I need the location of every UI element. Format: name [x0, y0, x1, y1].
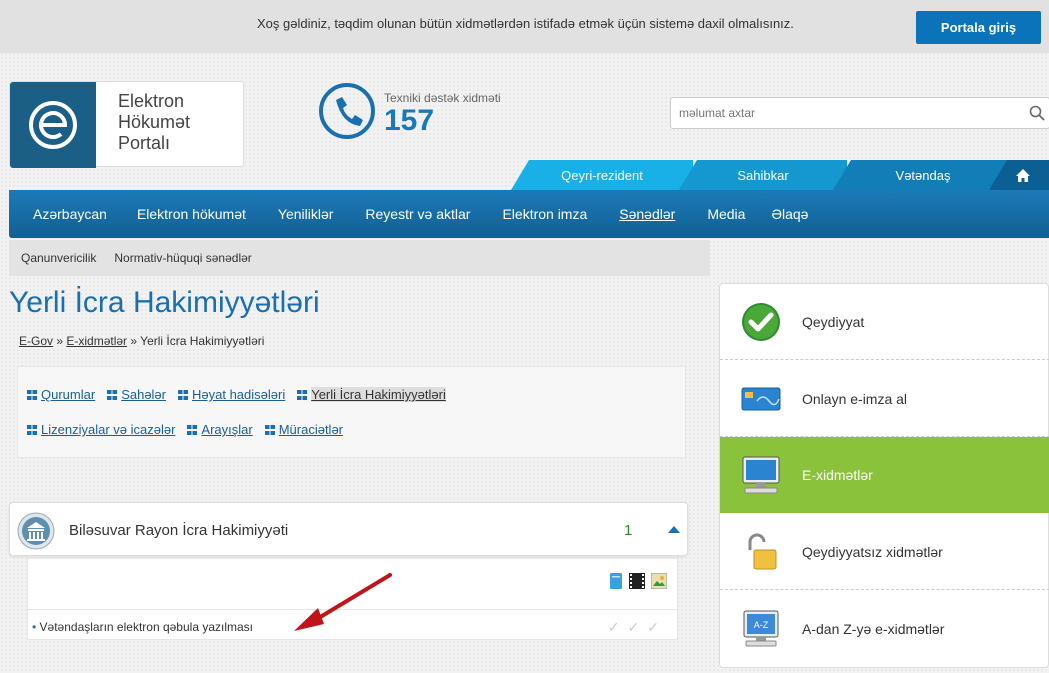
- logo-line: Elektron: [118, 91, 185, 111]
- sidebar-item-services-no-registration[interactable]: Qeydiyyatsız xidmətlər: [720, 514, 1049, 590]
- subnav-item-legal-docs[interactable]: Normativ-hüquqi sənədlər: [114, 251, 251, 265]
- image-icon[interactable]: [651, 573, 667, 589]
- bullet-icon: •: [32, 620, 37, 634]
- breadcrumb-separator: »: [53, 334, 67, 348]
- tab-citizen[interactable]: Vətəndaş: [833, 160, 1013, 190]
- support-label: Texniki dəstək xidməti: [384, 91, 501, 105]
- view-type-icons: [609, 573, 667, 589]
- breadcrumb: E-Gov » E-xidmətlər » Yerli İcra Hakimiy…: [19, 334, 264, 348]
- tab-non-resident[interactable]: Qeyri-rezident: [511, 160, 693, 190]
- service-status-icons: ✓✓✓: [607, 619, 667, 635]
- nav-item-media[interactable]: Media: [687, 206, 757, 222]
- sidebar-item-label: Onlayn e-imza al: [802, 390, 908, 407]
- sidebar-item-label: A-dan Z-yə e-xidmətlər: [802, 621, 945, 637]
- document-icon[interactable]: [609, 573, 623, 589]
- user-type-tabs: Qeyri-rezident Sahibkar Vətəndaş: [511, 160, 1049, 190]
- category-filters: Qurumlar Sahələr Həyat hadisələri Yerli …: [17, 366, 686, 458]
- nav-item-contact[interactable]: Əlaqə: [757, 206, 820, 222]
- top-bar: Xoş gəldiniz, təqdim olunan bütün xidmət…: [0, 0, 1049, 53]
- search-box: [670, 97, 1049, 129]
- accordion-title: Biləsuvar Rayon İcra Hakimiyyəti: [69, 522, 289, 539]
- sub-navigation: Qanunvericilik Normativ-hüquqi sənədlər: [9, 240, 710, 276]
- home-icon: [1016, 168, 1030, 182]
- welcome-message: Xoş gəldiniz, təqdim olunan bütün xidmət…: [257, 16, 794, 31]
- filter-label: Yerli İcra Hakimiyyətləri: [311, 387, 446, 402]
- nav-item-e-government[interactable]: Elektron hökumət: [119, 206, 258, 222]
- filter-areas[interactable]: Sahələr: [107, 387, 166, 402]
- portal-logo[interactable]: Elektron Hökumət Portalı: [9, 81, 244, 168]
- logo-text: Elektron Hökumət Portalı: [118, 91, 190, 154]
- sidebar-item-registration[interactable]: Qeydiyyat: [720, 284, 1049, 360]
- nav-item-documents[interactable]: Sənədlər: [599, 206, 687, 222]
- search-icon[interactable]: [1029, 105, 1045, 121]
- breadcrumb-current: Yerli İcra Hakimiyyətləri: [140, 334, 265, 348]
- portal-login-button[interactable]: Portala giriş: [916, 11, 1041, 44]
- breadcrumb-separator: »: [127, 334, 141, 348]
- filter-label: Müraciətlər: [278, 422, 343, 437]
- grid-icon: [27, 389, 37, 400]
- filter-local-executive[interactable]: Yerli İcra Hakimiyyətləri: [297, 387, 446, 402]
- card-icon: [720, 387, 802, 411]
- sidebar-item-e-services[interactable]: E-xidmətlər: [720, 437, 1049, 513]
- tab-entrepreneur[interactable]: Sahibkar: [679, 160, 847, 190]
- filter-licenses[interactable]: Lizenziyalar və icazələr: [27, 422, 175, 437]
- grid-icon: [187, 424, 198, 435]
- filter-label: Arayışlar: [201, 422, 253, 437]
- support-number[interactable]: 157: [384, 104, 434, 138]
- svg-text:A-Z: A-Z: [754, 620, 769, 630]
- main-navigation: Azərbaycan Elektron hökumət Yeniliklər R…: [9, 190, 1049, 238]
- sidebar-item-label: E-xidmətlər: [802, 467, 873, 483]
- page-title: Yerli İcra Hakimiyyətləri: [9, 286, 320, 319]
- service-link-label: Vətəndaşların elektron qəbula yazılması: [39, 620, 254, 634]
- filter-life-events[interactable]: Həyat hadisələri: [178, 387, 285, 402]
- nav-item-azerbaijan[interactable]: Azərbaycan: [9, 206, 119, 222]
- filter-applications[interactable]: Müraciətlər: [264, 422, 343, 437]
- collapse-arrow-icon[interactable]: [668, 526, 680, 533]
- nav-item-news[interactable]: Yeniliklər: [258, 206, 346, 222]
- az-monitor-icon: A-Z: [720, 610, 802, 648]
- subnav-item-legislation[interactable]: Qanunvericilik: [21, 251, 96, 265]
- grid-icon: [264, 424, 275, 435]
- service-count: 1: [624, 522, 633, 539]
- service-sidebar: Qeydiyyat Onlayn e-imza al E-xidmətlər Q…: [719, 283, 1049, 668]
- red-arrow-annotation: [294, 573, 392, 631]
- check-circle-icon: [720, 300, 802, 344]
- grid-icon: [27, 424, 37, 435]
- sidebar-item-online-esign[interactable]: Onlayn e-imza al: [720, 361, 1049, 437]
- filter-label: Sahələr: [121, 387, 166, 402]
- grid-icon: [297, 389, 308, 400]
- sidebar-item-label: Qeydiyyat: [802, 313, 865, 330]
- service-link[interactable]: • Vətəndaşların elektron qəbula yazılmas…: [32, 620, 253, 634]
- phone-icon: [319, 83, 375, 139]
- accordion-header[interactable]: Biləsuvar Rayon İcra Hakimiyyəti 1: [9, 502, 688, 556]
- breadcrumb-home[interactable]: E-Gov: [19, 334, 53, 348]
- sidebar-item-a-to-z[interactable]: A-Z A-dan Z-yə e-xidmətlər: [720, 591, 1049, 667]
- filter-label: Həyat hadisələri: [192, 387, 286, 402]
- filter-label: Qurumlar: [41, 387, 96, 402]
- nav-item-e-signature[interactable]: Elektron imza: [482, 206, 599, 222]
- logo-line: Portalı: [118, 133, 171, 153]
- sidebar-item-label: Qeydiyyatsız xidmətlər: [802, 543, 943, 560]
- search-input[interactable]: [671, 98, 1011, 128]
- filter-certificates[interactable]: Arayışlar: [187, 422, 253, 437]
- video-icon[interactable]: [629, 573, 645, 589]
- grid-icon: [178, 389, 188, 400]
- unlock-icon: [720, 532, 802, 572]
- logo-line: Hökumət: [118, 112, 191, 132]
- logo-emblem: [10, 82, 96, 168]
- monitor-icon: [720, 455, 802, 495]
- filter-institutions[interactable]: Qurumlar: [27, 387, 95, 402]
- nav-item-registry[interactable]: Reyestr və aktlar: [345, 206, 482, 222]
- filter-label: Lizenziyalar və icazələr: [41, 422, 176, 437]
- breadcrumb-e-services[interactable]: E-xidmətlər: [66, 334, 127, 348]
- grid-icon: [107, 389, 118, 400]
- government-building-icon: [17, 512, 55, 550]
